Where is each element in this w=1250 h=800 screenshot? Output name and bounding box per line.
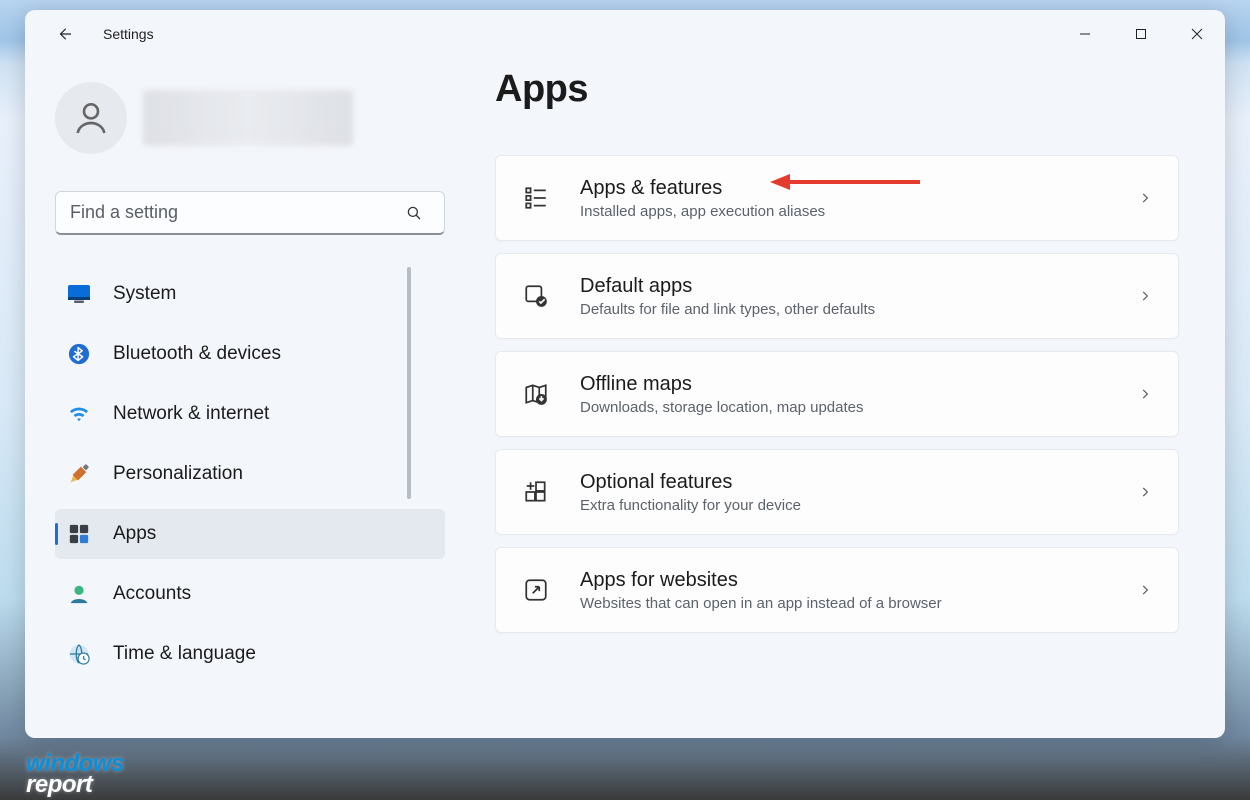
- chevron-right-icon: [1138, 387, 1152, 401]
- optional-features-icon: [522, 478, 550, 506]
- chevron-right-icon: [1138, 289, 1152, 303]
- sidebar-item-label: Time & language: [113, 643, 256, 665]
- accounts-icon: [67, 582, 91, 606]
- apps-icon: [67, 522, 91, 546]
- card-list: Apps & features Installed apps, app exec…: [495, 155, 1179, 633]
- sidebar-item-time-language[interactable]: Time & language: [55, 629, 445, 679]
- close-button[interactable]: [1169, 14, 1225, 54]
- sidebar-item-bluetooth[interactable]: Bluetooth & devices: [55, 329, 445, 379]
- main-panel: Apps Apps & features Installed apps, app…: [455, 58, 1225, 738]
- card-apps-features[interactable]: Apps & features Installed apps, app exec…: [495, 155, 1179, 241]
- sidebar-item-label: Bluetooth & devices: [113, 343, 281, 365]
- card-title: Optional features: [580, 471, 801, 494]
- person-icon: [71, 98, 111, 138]
- sidebar-item-label: Network & internet: [113, 403, 269, 425]
- sidebar-item-apps[interactable]: Apps: [55, 509, 445, 559]
- wifi-icon: [67, 402, 91, 426]
- close-icon: [1191, 28, 1203, 40]
- card-title: Default apps: [580, 275, 875, 298]
- sidebar-item-label: Personalization: [113, 463, 243, 485]
- sidebar-scrollbar[interactable]: [407, 267, 411, 499]
- nav-list: System Bluetooth & devices Network & int…: [55, 269, 443, 679]
- back-button[interactable]: [45, 14, 85, 54]
- profile-name-redacted: [143, 90, 353, 146]
- card-subtitle: Websites that can open in an app instead…: [580, 595, 942, 612]
- avatar: [55, 82, 127, 154]
- settings-window: Settings: [25, 10, 1225, 738]
- search-icon: [405, 204, 423, 222]
- card-title: Offline maps: [580, 373, 864, 396]
- card-offline-maps[interactable]: Offline maps Downloads, storage location…: [495, 351, 1179, 437]
- arrow-left-icon: [56, 25, 74, 43]
- minimize-button[interactable]: [1057, 14, 1113, 54]
- sidebar-item-label: Accounts: [113, 583, 191, 605]
- minimize-icon: [1079, 28, 1091, 40]
- chevron-right-icon: [1138, 583, 1152, 597]
- card-title: Apps & features: [580, 177, 825, 200]
- chevron-right-icon: [1138, 485, 1152, 499]
- sidebar-item-label: Apps: [113, 523, 156, 545]
- profile-block[interactable]: [55, 73, 443, 163]
- card-subtitle: Downloads, storage location, map updates: [580, 399, 864, 416]
- personalization-icon: [67, 462, 91, 486]
- sidebar-item-label: System: [113, 283, 176, 305]
- sidebar-item-system[interactable]: System: [55, 269, 445, 319]
- app-title: Settings: [103, 26, 154, 42]
- bluetooth-icon: [67, 342, 91, 366]
- card-title: Apps for websites: [580, 569, 942, 592]
- search-input[interactable]: [55, 191, 445, 235]
- page-title: Apps: [495, 68, 1205, 111]
- time-language-icon: [67, 642, 91, 666]
- chevron-right-icon: [1138, 191, 1152, 205]
- default-apps-icon: [522, 282, 550, 310]
- sidebar: System Bluetooth & devices Network & int…: [25, 58, 455, 738]
- card-apps-websites[interactable]: Apps for websites Websites that can open…: [495, 547, 1179, 633]
- system-icon: [67, 282, 91, 306]
- sidebar-item-accounts[interactable]: Accounts: [55, 569, 445, 619]
- card-optional-features[interactable]: Optional features Extra functionality fo…: [495, 449, 1179, 535]
- window-controls: [1057, 14, 1225, 54]
- card-subtitle: Extra functionality for your device: [580, 497, 801, 514]
- apps-features-icon: [522, 184, 550, 212]
- card-default-apps[interactable]: Default apps Defaults for file and link …: [495, 253, 1179, 339]
- card-subtitle: Defaults for file and link types, other …: [580, 301, 875, 318]
- titlebar: Settings: [25, 10, 1225, 58]
- watermark-line2: report: [26, 774, 124, 796]
- maximize-icon: [1135, 28, 1147, 40]
- offline-maps-icon: [522, 380, 550, 408]
- search-wrap: [55, 191, 443, 235]
- sidebar-item-personalization[interactable]: Personalization: [55, 449, 445, 499]
- apps-websites-icon: [522, 576, 550, 604]
- watermark: windows report: [26, 753, 124, 796]
- card-subtitle: Installed apps, app execution aliases: [580, 203, 825, 220]
- sidebar-item-network[interactable]: Network & internet: [55, 389, 445, 439]
- maximize-button[interactable]: [1113, 14, 1169, 54]
